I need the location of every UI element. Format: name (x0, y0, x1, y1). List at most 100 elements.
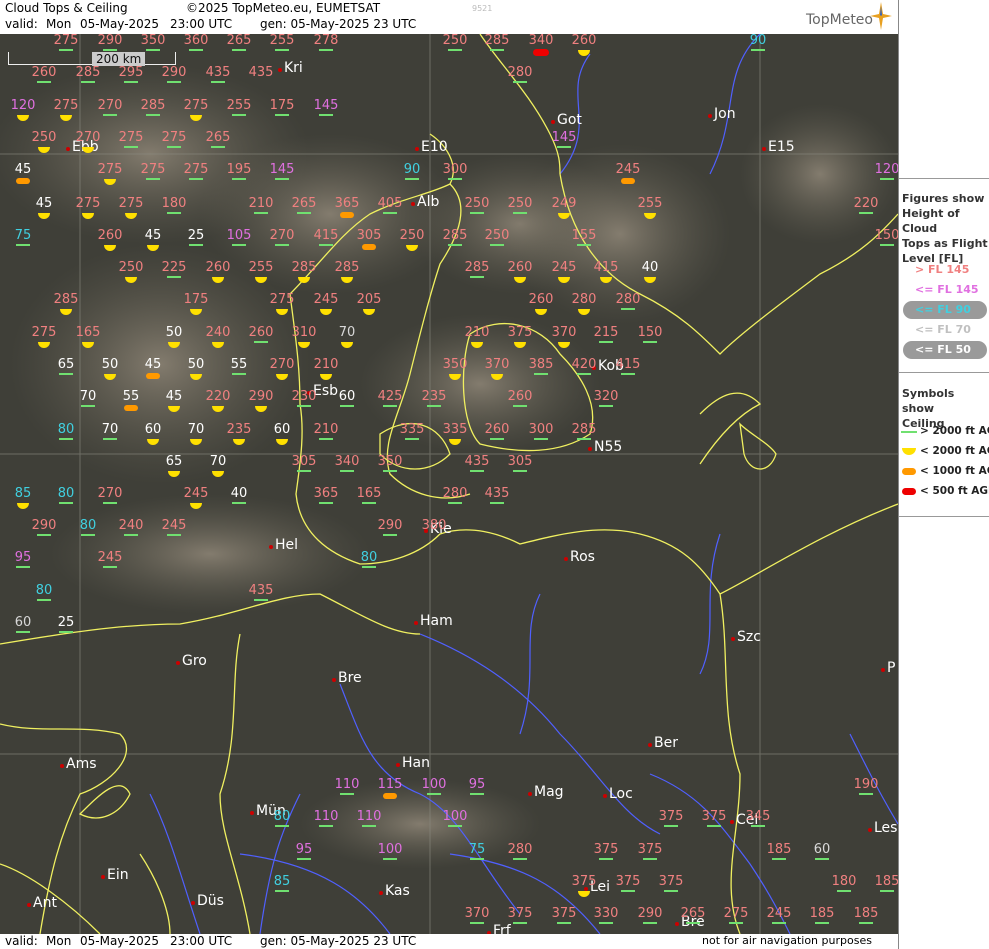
footer-generated-label: gen: 05-May-2025 23 UTC (260, 934, 417, 948)
ceiling-line-marker (470, 922, 484, 924)
cloud-top-value: 80 (79, 518, 97, 533)
ceiling-line-marker (859, 793, 873, 795)
city-name: Han (402, 755, 430, 771)
city-label: Bre (332, 670, 362, 686)
ceiling-line-marker (577, 373, 591, 375)
ceiling-line-marker (513, 405, 527, 407)
city-label: Alb (411, 194, 440, 210)
ceiling-line-marker (103, 502, 117, 504)
cloud-top-value: 175 (269, 98, 295, 113)
ceiling-line-marker (621, 890, 635, 892)
city-dot-icon (551, 120, 555, 124)
ceiling-line-marker (643, 858, 657, 860)
cloud-top-value: 375 (701, 809, 727, 824)
cloud-top-value: 215 (593, 325, 619, 340)
city-name: Ams (66, 756, 97, 772)
cloud-top-value: 40 (230, 486, 248, 501)
legend-ceiling-label: < 500 ft AGL (920, 485, 989, 497)
cloud-top-value: 249 (551, 196, 577, 211)
ceiling-line-marker (448, 178, 462, 180)
cloud-top-value: 290 (31, 518, 57, 533)
ceiling-line-marker (59, 631, 73, 633)
ceiling-line-marker (297, 212, 311, 214)
city-name: Düs (197, 893, 224, 909)
cloud-top-value: 280 (507, 842, 533, 857)
cloud-top-value: 270 (97, 486, 123, 501)
ceiling-line-marker (664, 825, 678, 827)
city-label: Han (396, 755, 430, 771)
legend-fl-item: <= FL 145 (899, 281, 989, 299)
cloud-top-value: 370 (464, 906, 490, 921)
ceiling-line-marker (103, 114, 117, 116)
city-label: N55 (588, 439, 622, 455)
legend-ceiling-label: < 1000 ft AGL (920, 465, 989, 477)
cloud-top-value: 365 (334, 196, 360, 211)
cloud-top-value: 80 (35, 583, 53, 598)
cloud-top-value: 278 (313, 34, 339, 48)
city-dot-icon (648, 743, 652, 747)
cloud-top-value: 205 (356, 292, 382, 307)
city-label: Esb (307, 383, 339, 399)
ceiling-line-marker (362, 825, 376, 827)
ceiling-line-marker (232, 49, 246, 51)
cloud-top-value: 290 (377, 518, 403, 533)
green-line-icon (901, 431, 917, 433)
cloud-top-value: 285 (571, 422, 597, 437)
scale-label: 200 km (92, 52, 146, 66)
ceiling-line-marker (751, 49, 765, 51)
cloud-top-value: 295 (118, 65, 144, 80)
ceiling-line-marker (189, 49, 203, 51)
city-dot-icon (379, 891, 383, 895)
cloud-top-value: 225 (161, 260, 187, 275)
city-name: Les (874, 820, 898, 836)
ceiling-line-marker (37, 81, 51, 83)
map-canvas[interactable]: 200 km KriGotJonE15E10EbbAlbEsbKobN55Kie… (0, 34, 898, 934)
ceiling-line-marker (470, 793, 484, 795)
cloud-top-value: 255 (248, 260, 274, 275)
cloud-top-value: 260 (571, 34, 597, 48)
cloud-top-value: 275 (140, 162, 166, 177)
legend-ceiling-item: > 2000 ft AGL (899, 424, 989, 440)
cloud-top-value: 210 (313, 422, 339, 437)
city-name: Alb (417, 194, 440, 210)
ceiling-line-marker (124, 534, 138, 536)
ceiling-line-marker (319, 502, 333, 504)
ceiling-line-marker (16, 566, 30, 568)
ceiling-line-marker (232, 244, 246, 246)
city-dot-icon (250, 811, 254, 815)
city-label: Hel (269, 537, 298, 553)
ceiling-line-marker (383, 212, 397, 214)
ceiling-line-marker (275, 178, 289, 180)
cloud-top-value: 45 (144, 357, 162, 372)
cloud-top-value: 290 (97, 34, 123, 48)
cloud-top-value: 245 (615, 162, 641, 177)
cloud-top-value: 60 (273, 422, 291, 437)
cloud-top-value: 300 (528, 422, 554, 437)
ceiling-line-marker (470, 276, 484, 278)
cloud-top-value: 55 (122, 389, 140, 404)
city-dot-icon (708, 114, 712, 118)
ceiling-line-marker (362, 502, 376, 504)
cloud-top-value: 50 (101, 357, 119, 372)
city-dot-icon (414, 621, 418, 625)
cloud-top-value: 190 (853, 777, 879, 792)
cloud-top-value: 375 (658, 874, 684, 889)
cloud-top-value: 275 (97, 162, 123, 177)
ceiling-line-marker (513, 470, 527, 472)
ceiling-line-marker (146, 178, 160, 180)
city-name: Esb (313, 383, 339, 399)
cloud-top-value: 405 (377, 196, 403, 211)
ceiling-line-marker (815, 922, 829, 924)
cloud-top-value: 240 (205, 325, 231, 340)
cloud-top-value: 245 (313, 292, 339, 307)
city-name: Mag (534, 784, 564, 800)
cloud-top-value: 245 (551, 260, 577, 275)
ceiling-line-marker (275, 244, 289, 246)
cloud-top-value: 275 (75, 196, 101, 211)
city-dot-icon (191, 901, 195, 905)
ceiling-line-marker (448, 49, 462, 51)
city-label: Ant (27, 895, 57, 911)
city-dot-icon (675, 922, 679, 926)
cloud-top-value: 370 (484, 357, 510, 372)
legend-fl-label: <= FL 50 (915, 343, 971, 356)
